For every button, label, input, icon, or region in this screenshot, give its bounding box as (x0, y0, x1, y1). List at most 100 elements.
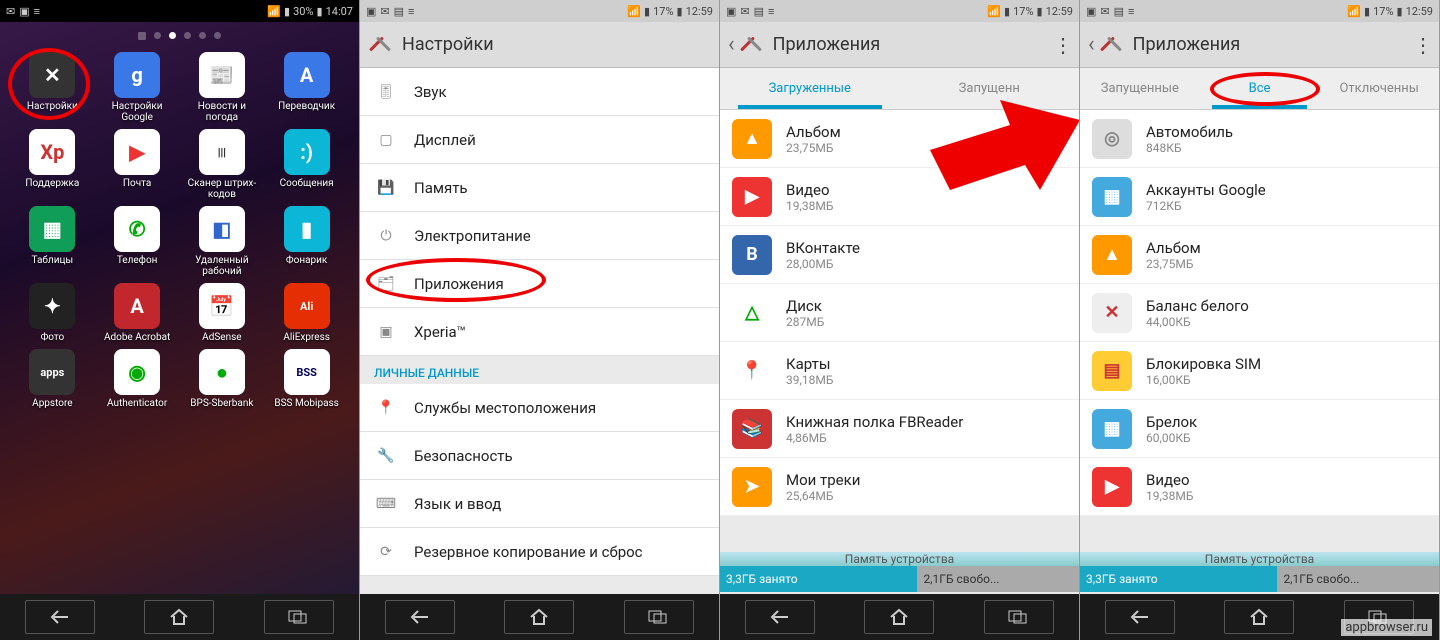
app-BPS-Sberbank[interactable]: ●BPS-Sberbank (180, 347, 265, 411)
nav-home[interactable] (1224, 600, 1294, 634)
app-row[interactable]: 📍Карты39,18МБ (720, 342, 1079, 400)
tab[interactable]: Запущенные (1080, 68, 1200, 109)
nav-back[interactable] (385, 600, 455, 634)
app-BSS Mobipass[interactable]: BSSBSS Mobipass (264, 347, 349, 411)
app-name: Альбом (786, 123, 841, 141)
app-row[interactable]: ➤Мои треки25,64МБ (720, 458, 1079, 516)
clock: 14:07 (326, 5, 353, 18)
settings-item[interactable]: ▣Xperia™ (360, 308, 719, 356)
settings-icon (368, 32, 394, 58)
overflow-menu[interactable]: ⋮ (1413, 33, 1431, 57)
notif-icon: ▤ (1114, 5, 1124, 18)
app-row[interactable]: △Диск287МБ (720, 284, 1079, 342)
settings-item[interactable]: ⟳Резервное копирование и сброс (360, 528, 719, 576)
app-Appstore[interactable]: appsAppstore (10, 347, 95, 411)
app-Сканер штрих-кодов[interactable]: |||Сканер штрих-кодов (180, 127, 265, 202)
app-row[interactable]: ▶Видео19,38МБ (1080, 458, 1439, 516)
app-Authenticator[interactable]: ◉ Authenticator (95, 347, 180, 411)
app-Поддержка[interactable]: XpПоддержка (10, 127, 95, 202)
app-list: ◎Автомобиль848КБ▦Аккаунты Google712КБ▲Ал… (1080, 110, 1439, 516)
app-row[interactable]: BВКонтакте28,00МБ (720, 226, 1079, 284)
app-icon: ◉ (114, 349, 160, 395)
app-row[interactable]: ▶Видео19,38МБ (720, 168, 1079, 226)
item-label: Службы местоположения (414, 399, 596, 417)
app-Сообщения[interactable]: :)Сообщения (264, 127, 349, 202)
app-Новости и погода[interactable]: 📰Новости и погода (180, 50, 265, 125)
tab[interactable]: Все (1200, 68, 1320, 109)
app-label: AliExpress (283, 332, 330, 343)
tab[interactable]: Загруженные (720, 68, 900, 109)
settings-item[interactable]: 🔧Безопасность (360, 432, 719, 480)
app-Удаленный рабочий[interactable]: ◧Удаленный рабочий (180, 204, 265, 279)
settings-item[interactable]: 📍Службы местоположения (360, 384, 719, 432)
app-row[interactable]: ▤Блокировка SIM16,00КБ (1080, 342, 1439, 400)
app-row[interactable]: 📚Книжная полка FBReader4,86МБ (720, 400, 1079, 458)
nav-home[interactable] (144, 600, 214, 634)
nav-back[interactable] (25, 600, 95, 634)
clock: 12:59 (686, 5, 713, 18)
notif-icon: ✉ (380, 5, 389, 18)
nav-back[interactable] (745, 600, 815, 634)
app-Настройки[interactable]: ✕Настройки (10, 50, 95, 125)
tab[interactable]: Отключенны (1319, 68, 1439, 109)
app-size: 23,75МБ (1146, 257, 1201, 271)
app-Настройки Google[interactable]: gНастройки Google (95, 50, 180, 125)
notif-icon: ≡ (768, 5, 774, 18)
app-Почта[interactable]: ▶Почта (95, 127, 180, 202)
app-label: Authenticator (107, 398, 167, 409)
app-Фонарик[interactable]: ▮Фонарик (264, 204, 349, 279)
app-icon: △ (732, 293, 772, 333)
app-name: ВКонтакте (786, 239, 860, 257)
item-icon: 🗂 (372, 273, 400, 295)
app-label: Appstore (32, 398, 72, 409)
app-icon: A (114, 283, 160, 329)
nav-recent[interactable] (624, 600, 694, 634)
app-size: 4,86МБ (786, 431, 963, 445)
back-button[interactable]: ‹ (728, 32, 735, 57)
app-row[interactable]: ▲Альбом23,75МБ (720, 110, 1079, 168)
settings-item[interactable]: 🗂Приложения (360, 260, 719, 308)
overflow-menu[interactable]: ⋮ (1053, 33, 1071, 57)
app-row[interactable]: ◎Автомобиль848КБ (1080, 110, 1439, 168)
app-row[interactable]: ▦Аккаунты Google712КБ (1080, 168, 1439, 226)
battery-icon: ▮ (1037, 5, 1043, 18)
app-Adobe Acrobat[interactable]: AAdobe Acrobat (95, 281, 180, 345)
app-icon: 📅 (199, 283, 245, 329)
app-row[interactable]: ▲Альбом23,75МБ (1080, 226, 1439, 284)
app-name: Видео (786, 181, 833, 199)
app-Таблицы[interactable]: ▦Таблицы (10, 204, 95, 279)
status-bar: ▣✉▤≡ 📶▮17%▮12:59 (720, 0, 1079, 22)
settings-item[interactable]: 💾Память (360, 164, 719, 212)
signal-icon: ▮ (644, 5, 650, 18)
nav-home[interactable] (504, 600, 574, 634)
item-icon: ▣ (372, 321, 400, 343)
settings-item[interactable]: ⏻Электропитание (360, 212, 719, 260)
app-label: Таблицы (32, 255, 74, 266)
battery-icon: ▮ (677, 5, 683, 18)
app-Телефон[interactable]: ✆Телефон (95, 204, 180, 279)
back-button[interactable]: ‹ (1088, 32, 1095, 57)
wifi-icon: 📶 (627, 5, 641, 18)
nav-home[interactable] (864, 600, 934, 634)
battery-pct: 17% (1373, 5, 1393, 18)
settings-item[interactable]: ⌨Язык и ввод (360, 480, 719, 528)
app-label: Фото (41, 332, 65, 343)
header-title: Настройки (402, 34, 494, 55)
nav-recent[interactable] (984, 600, 1054, 634)
app-AliExpress[interactable]: AliAliExpress (264, 281, 349, 345)
settings-item[interactable]: 🎚Звук (360, 68, 719, 116)
app-label: Сканер штрих-кодов (182, 178, 263, 200)
notif-icon: ▣ (19, 5, 29, 18)
nav-recent[interactable] (264, 600, 334, 634)
app-Переводчик[interactable]: AПереводчик (264, 50, 349, 125)
app-AdSense[interactable]: 📅AdSense (180, 281, 265, 345)
app-row[interactable]: ✕Баланс белого44,00КБ (1080, 284, 1439, 342)
settings-item[interactable]: ▢Дисплей (360, 116, 719, 164)
header: ‹ Приложения ⋮ (720, 22, 1079, 68)
nav-bar (360, 594, 719, 640)
tab[interactable]: Запущенн (900, 68, 1080, 109)
app-row[interactable]: ▦Брелок60,00КБ (1080, 400, 1439, 458)
app-Фото[interactable]: ✦Фото (10, 281, 95, 345)
app-icon: ➤ (732, 467, 772, 507)
nav-back[interactable] (1105, 600, 1175, 634)
